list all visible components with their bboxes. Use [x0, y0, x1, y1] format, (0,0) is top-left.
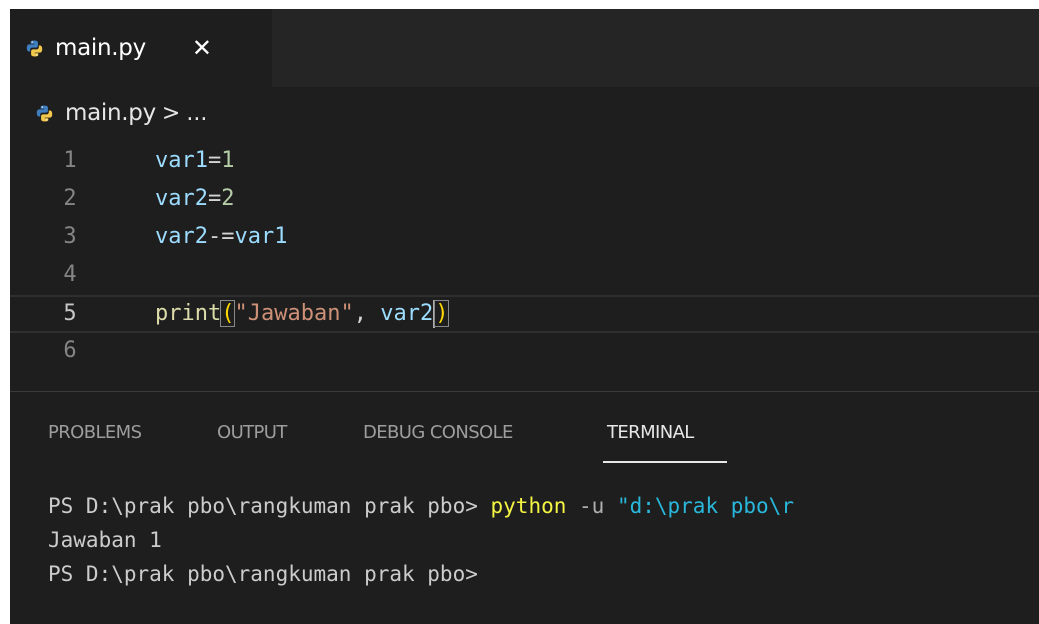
- code-token-paren: (: [220, 300, 236, 327]
- code-token-op: ,: [353, 301, 381, 326]
- line-number: 1: [63, 148, 77, 173]
- breadcrumb-symbols[interactable]: ...: [186, 101, 207, 126]
- code-token-num: 1: [221, 148, 235, 173]
- code-text: var2-=var1: [155, 219, 287, 255]
- code-line[interactable]: 6: [10, 333, 1039, 369]
- code-text: print("Jawaban", var2): [155, 297, 450, 331]
- tab-terminal[interactable]: TERMINAL: [607, 422, 694, 443]
- tab-debug-console[interactable]: DEBUG CONSOLE: [363, 422, 513, 443]
- terminal-line: PS D:\prak pbo\rangkuman prak pbo>: [48, 557, 478, 591]
- panel-tab-bar: PROBLEMS OUTPUT DEBUG CONSOLE TERMINAL: [10, 392, 1039, 472]
- code-text: var2=2: [155, 181, 234, 217]
- code-text: var1=1: [155, 143, 234, 179]
- code-line[interactable]: 1 var1=1: [10, 143, 1039, 179]
- terminal-output-text: Jawaban 1: [48, 528, 162, 552]
- code-token-var: var2: [155, 224, 208, 249]
- code-token-str: "Jawaban": [234, 301, 354, 326]
- tab-filename: main.py: [55, 35, 146, 61]
- close-icon[interactable]: ✕: [192, 36, 212, 60]
- code-token-op: =: [207, 186, 222, 211]
- code-token-var: var2: [155, 186, 208, 211]
- terminal-prompt: PS D:\prak pbo\rangkuman prak pbo>: [48, 562, 478, 586]
- code-line[interactable]: 3 var2-=var1: [10, 219, 1039, 255]
- code-token-paren: ): [434, 300, 450, 327]
- line-number: 2: [63, 186, 77, 211]
- code-token-var: var1: [155, 148, 208, 173]
- terminal-line: Jawaban 1: [48, 523, 162, 557]
- line-number: 4: [63, 262, 77, 287]
- breadcrumb: main.py > ...: [10, 87, 1039, 139]
- terminal-output[interactable]: PS D:\prak pbo\rangkuman prak pbo> pytho…: [10, 489, 1039, 619]
- code-token-num: 2: [221, 186, 235, 211]
- code-editor[interactable]: 1 var1=1 2 var2=2 3 var2-=var1 4 5 print("Jawaba…: [10, 139, 1039, 389]
- line-number: 3: [63, 224, 77, 249]
- vscode-window: main.py ✕ main.py > ... 1 var1=1 2 var2=2 3 v…: [10, 9, 1039, 624]
- active-tab-indicator: [603, 461, 727, 463]
- line-number: 6: [63, 338, 77, 363]
- terminal-command: python: [490, 494, 567, 518]
- terminal-flag: -u: [566, 494, 617, 518]
- python-icon: [26, 40, 43, 57]
- code-token-op: -=: [207, 224, 235, 249]
- tab-main-py[interactable]: main.py ✕: [10, 9, 272, 87]
- code-token-var: var2: [380, 301, 434, 326]
- tab-output[interactable]: OUTPUT: [217, 422, 287, 443]
- code-line[interactable]: 2 var2=2: [10, 181, 1039, 217]
- python-icon: [36, 105, 53, 122]
- code-line[interactable]: 4: [10, 257, 1039, 293]
- terminal-line: PS D:\prak pbo\rangkuman prak pbo> pytho…: [48, 489, 794, 523]
- code-line[interactable]: 5 print("Jawaban", var2): [10, 295, 1039, 333]
- code-token-op: =: [207, 148, 222, 173]
- terminal-argument: "d:\prak pbo\r: [616, 494, 794, 518]
- breadcrumb-separator: >: [161, 100, 181, 126]
- breadcrumb-file[interactable]: main.py: [65, 100, 156, 126]
- tab-problems[interactable]: PROBLEMS: [48, 422, 142, 443]
- code-token-var: var1: [234, 224, 288, 249]
- code-token-fn: print: [155, 301, 222, 326]
- line-number: 5: [63, 301, 77, 326]
- terminal-prompt: PS D:\prak pbo\rangkuman prak pbo>: [48, 494, 491, 518]
- bottom-panel: PROBLEMS OUTPUT DEBUG CONSOLE TERMINAL P…: [10, 391, 1039, 624]
- editor-tab-bar: main.py ✕: [10, 9, 1039, 87]
